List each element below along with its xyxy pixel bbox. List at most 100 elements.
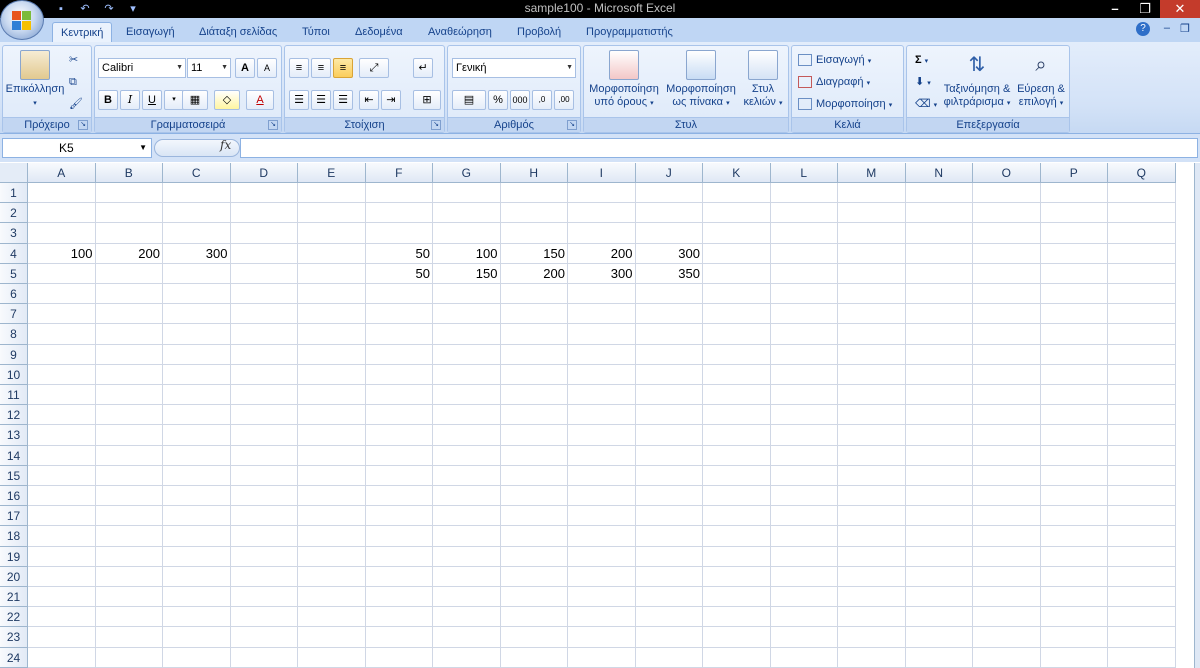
cell-h23[interactable]: [500, 627, 568, 648]
cell-d2[interactable]: [230, 203, 298, 224]
alignment-launcher-icon[interactable]: ↘: [431, 120, 441, 130]
cell-o10[interactable]: [973, 364, 1041, 385]
cell-l7[interactable]: [770, 304, 838, 325]
cell-j3[interactable]: [635, 223, 703, 244]
cell-g5[interactable]: 150: [433, 263, 501, 284]
cell-m13[interactable]: [838, 425, 906, 446]
cell-e19[interactable]: [298, 546, 366, 567]
cell-e2[interactable]: [298, 203, 366, 224]
cell-p13[interactable]: [1040, 425, 1108, 446]
cell-e16[interactable]: [298, 486, 366, 507]
cell-m5[interactable]: [838, 263, 906, 284]
cell-q19[interactable]: [1108, 546, 1176, 567]
cell-f6[interactable]: [365, 284, 433, 305]
cell-g23[interactable]: [433, 627, 501, 648]
vertical-scrollbar[interactable]: [1194, 163, 1200, 668]
accounting-format-icon[interactable]: ▤: [452, 90, 486, 110]
row-header-18[interactable]: 18: [0, 526, 28, 547]
cell-o11[interactable]: [973, 385, 1041, 406]
cell-p11[interactable]: [1040, 385, 1108, 406]
cell-p21[interactable]: [1040, 587, 1108, 608]
cell-j13[interactable]: [635, 425, 703, 446]
cell-i19[interactable]: [568, 546, 636, 567]
cell-o18[interactable]: [973, 526, 1041, 547]
cell-a4[interactable]: 100: [28, 243, 96, 264]
cell-j22[interactable]: [635, 607, 703, 628]
cell-n12[interactable]: [905, 405, 973, 426]
cell-d16[interactable]: [230, 486, 298, 507]
cell-m4[interactable]: [838, 243, 906, 264]
cell-c17[interactable]: [163, 506, 231, 527]
cell-p23[interactable]: [1040, 627, 1108, 648]
cell-i8[interactable]: [568, 324, 636, 345]
cell-l17[interactable]: [770, 506, 838, 527]
row-header-5[interactable]: 5: [0, 263, 28, 284]
formula-input[interactable]: [240, 138, 1198, 158]
cell-f1[interactable]: [365, 183, 433, 204]
cell-f19[interactable]: [365, 546, 433, 567]
select-all-corner[interactable]: [0, 163, 28, 183]
cell-o5[interactable]: [973, 263, 1041, 284]
row-header-6[interactable]: 6: [0, 284, 28, 305]
cell-k21[interactable]: [703, 587, 771, 608]
cell-e4[interactable]: [298, 243, 366, 264]
insert-function-icon[interactable]: fx: [220, 138, 231, 152]
ribbon-minimize-icon[interactable]: –: [1164, 22, 1170, 34]
cell-a22[interactable]: [28, 607, 96, 628]
cell-p2[interactable]: [1040, 203, 1108, 224]
cell-i6[interactable]: [568, 284, 636, 305]
cell-a13[interactable]: [28, 425, 96, 446]
cell-k5[interactable]: [703, 263, 771, 284]
cell-q5[interactable]: [1108, 263, 1176, 284]
cell-a23[interactable]: [28, 627, 96, 648]
cell-d22[interactable]: [230, 607, 298, 628]
cell-c14[interactable]: [163, 445, 231, 466]
cell-m11[interactable]: [838, 385, 906, 406]
cell-n6[interactable]: [905, 284, 973, 305]
cut-icon[interactable]: ✂: [69, 50, 78, 70]
cell-m1[interactable]: [838, 183, 906, 204]
cell-m14[interactable]: [838, 445, 906, 466]
format-cells-button[interactable]: Μορφοποίηση ▾: [798, 94, 892, 114]
tab-home[interactable]: Κεντρική: [52, 22, 113, 42]
office-button[interactable]: [0, 0, 44, 40]
cell-e21[interactable]: [298, 587, 366, 608]
cell-p9[interactable]: [1040, 344, 1108, 365]
cell-a24[interactable]: [28, 647, 96, 668]
cell-k3[interactable]: [703, 223, 771, 244]
cell-b7[interactable]: [95, 304, 163, 325]
cell-f10[interactable]: [365, 364, 433, 385]
cell-q24[interactable]: [1108, 647, 1176, 668]
cell-b17[interactable]: [95, 506, 163, 527]
cell-m12[interactable]: [838, 405, 906, 426]
cell-j1[interactable]: [635, 183, 703, 204]
cell-k24[interactable]: [703, 647, 771, 668]
cell-i3[interactable]: [568, 223, 636, 244]
cell-o14[interactable]: [973, 445, 1041, 466]
cell-g1[interactable]: [433, 183, 501, 204]
cell-styles-button[interactable]: Στυλ κελιών ▾: [738, 50, 788, 110]
cell-n5[interactable]: [905, 263, 973, 284]
cell-f21[interactable]: [365, 587, 433, 608]
cell-e12[interactable]: [298, 405, 366, 426]
cell-b4[interactable]: 200: [95, 243, 163, 264]
cell-l5[interactable]: [770, 263, 838, 284]
cell-p12[interactable]: [1040, 405, 1108, 426]
cell-j24[interactable]: [635, 647, 703, 668]
cell-o15[interactable]: [973, 465, 1041, 486]
cell-o24[interactable]: [973, 647, 1041, 668]
cell-d11[interactable]: [230, 385, 298, 406]
tab-page-layout[interactable]: Διάταξη σελίδας: [191, 22, 285, 42]
row-header-3[interactable]: 3: [0, 223, 28, 244]
cell-q13[interactable]: [1108, 425, 1176, 446]
cell-i1[interactable]: [568, 183, 636, 204]
cell-p24[interactable]: [1040, 647, 1108, 668]
cell-i12[interactable]: [568, 405, 636, 426]
cell-n13[interactable]: [905, 425, 973, 446]
close-button[interactable]: ✕: [1160, 0, 1200, 18]
decrease-indent-icon[interactable]: ⇤: [359, 90, 379, 110]
cell-p22[interactable]: [1040, 607, 1108, 628]
cell-l8[interactable]: [770, 324, 838, 345]
row-header-8[interactable]: 8: [0, 324, 28, 345]
cell-b22[interactable]: [95, 607, 163, 628]
